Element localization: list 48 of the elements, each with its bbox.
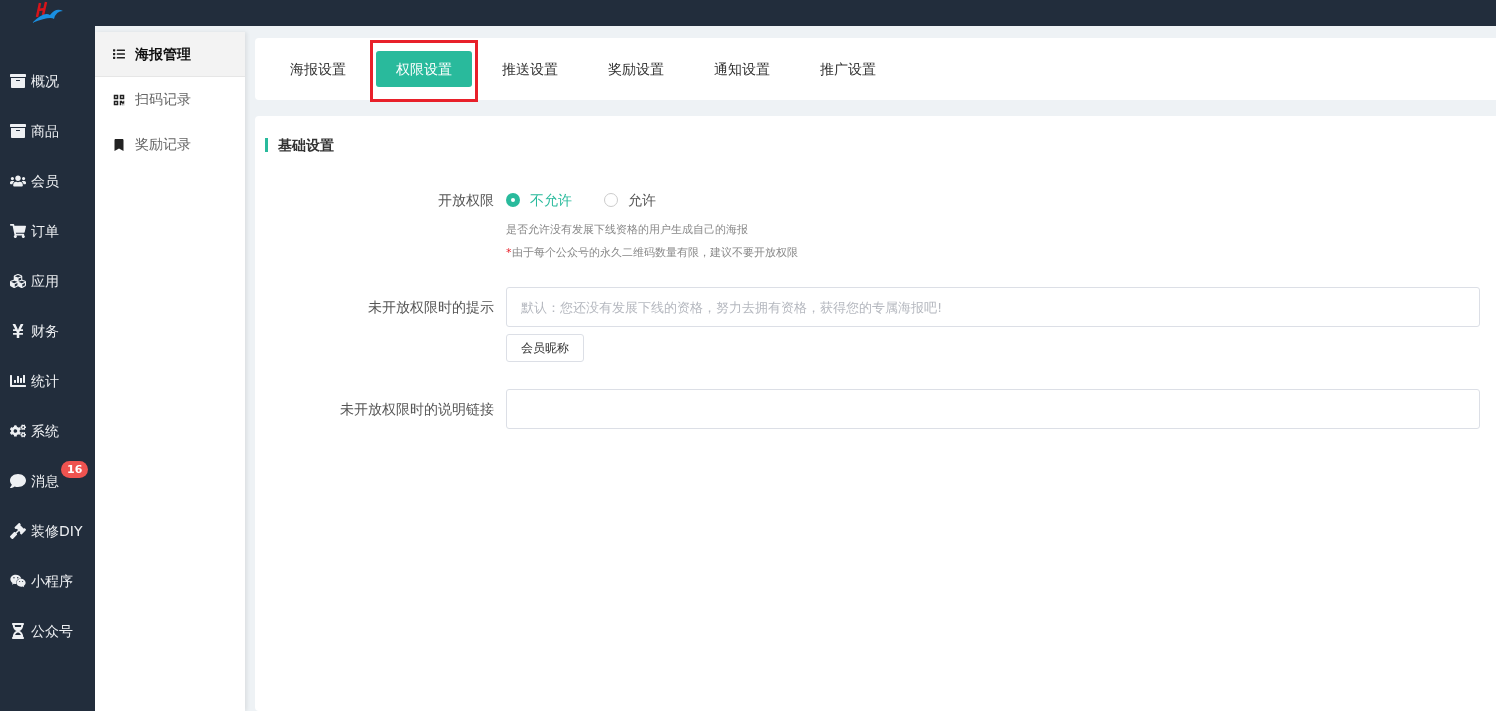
- radio-button[interactable]: [604, 193, 618, 207]
- submenu-item[interactable]: 奖励记录: [95, 122, 245, 167]
- field-label: 未开放权限时的提示: [368, 299, 494, 315]
- field-label: 未开放权限时的说明链接: [340, 401, 494, 417]
- insert-nickname-button[interactable]: 会员昵称: [506, 334, 584, 362]
- tab[interactable]: 奖励设置: [588, 51, 684, 87]
- field-label: 开放权限: [438, 192, 494, 208]
- notification-badge: 16: [61, 461, 89, 478]
- section-title: 基础设置: [278, 135, 334, 155]
- sidebar-item[interactable]: 财务: [0, 320, 59, 342]
- submenu-item[interactable]: 海报管理: [95, 32, 245, 77]
- tab[interactable]: 海报设置: [270, 51, 366, 87]
- sidebar-item[interactable]: 应用: [0, 270, 59, 292]
- chat-bubbles-icon: [10, 573, 26, 589]
- sidebar-item[interactable]: 装修DIY: [0, 520, 83, 542]
- bar-chart-icon: [10, 373, 26, 389]
- grid-icon: [113, 93, 125, 106]
- speech-bubble-icon: [10, 473, 26, 489]
- archive-box-icon: [10, 73, 26, 89]
- cubes-icon: [10, 273, 26, 289]
- tab[interactable]: 推送设置: [482, 51, 578, 87]
- hammer-icon: [10, 523, 26, 539]
- warning-note: *由于每个公众号的永久二维码数量有限，建议不要开放权限: [506, 244, 798, 261]
- sidebar-item[interactable]: 消息: [0, 470, 59, 492]
- sidebar-item[interactable]: 统计: [0, 370, 59, 392]
- cart-icon: [10, 223, 26, 239]
- users-icon: [10, 173, 26, 189]
- sidebar-item[interactable]: 概况: [0, 70, 59, 92]
- hourglass-icon: [10, 623, 26, 639]
- yen-icon: [10, 323, 26, 339]
- input-field[interactable]: [506, 389, 1480, 429]
- archive-box-icon: [10, 123, 26, 139]
- submenu-item[interactable]: 扫码记录: [95, 77, 245, 122]
- radio-button[interactable]: [506, 193, 520, 207]
- sidebar-item[interactable]: 订单: [0, 220, 59, 242]
- help-text: 是否允许没有发展下线资格的用户生成自己的海报: [506, 222, 749, 238]
- radio-option[interactable]: 允许: [604, 189, 656, 211]
- sidebar-item[interactable]: 商品: [0, 120, 59, 142]
- sidebar-item[interactable]: 会员: [0, 170, 59, 192]
- tab[interactable]: 推广设置: [800, 51, 896, 87]
- bookmark-icon: [113, 138, 125, 151]
- gears-icon: [10, 423, 26, 439]
- list-icon: [113, 48, 125, 60]
- sidebar-item[interactable]: 小程序: [0, 570, 73, 592]
- sidebar-item[interactable]: 系统: [0, 420, 59, 442]
- input-field[interactable]: 默认：您还没有发展下线的资格，努力去拥有资格，获得您的专属海报吧!: [506, 287, 1480, 327]
- tab[interactable]: 通知设置: [694, 51, 790, 87]
- sidebar-item[interactable]: 公众号: [0, 620, 73, 642]
